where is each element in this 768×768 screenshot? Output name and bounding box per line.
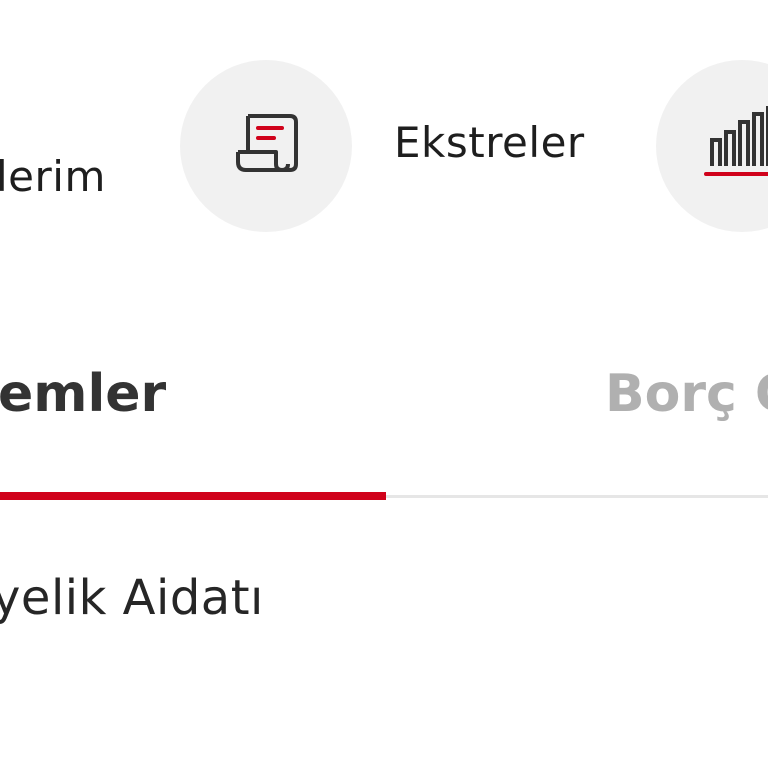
active-tab-indicator — [0, 492, 386, 500]
screen: lerim Ekstreler emler Borç yelik Aidatı — [0, 0, 768, 768]
quick-action-label-first[interactable]: lerim — [0, 152, 106, 201]
statement-scroll-icon — [230, 108, 302, 184]
tab-debt[interactable]: Borç G — [605, 364, 768, 424]
bar-chart-icon — [692, 104, 768, 188]
statements-label[interactable]: Ekstreler — [394, 118, 585, 167]
chart-button[interactable] — [656, 60, 768, 232]
statements-button[interactable] — [180, 60, 352, 232]
list-item[interactable]: yelik Aidatı — [0, 570, 264, 626]
tab-transactions[interactable]: emler — [0, 364, 166, 424]
